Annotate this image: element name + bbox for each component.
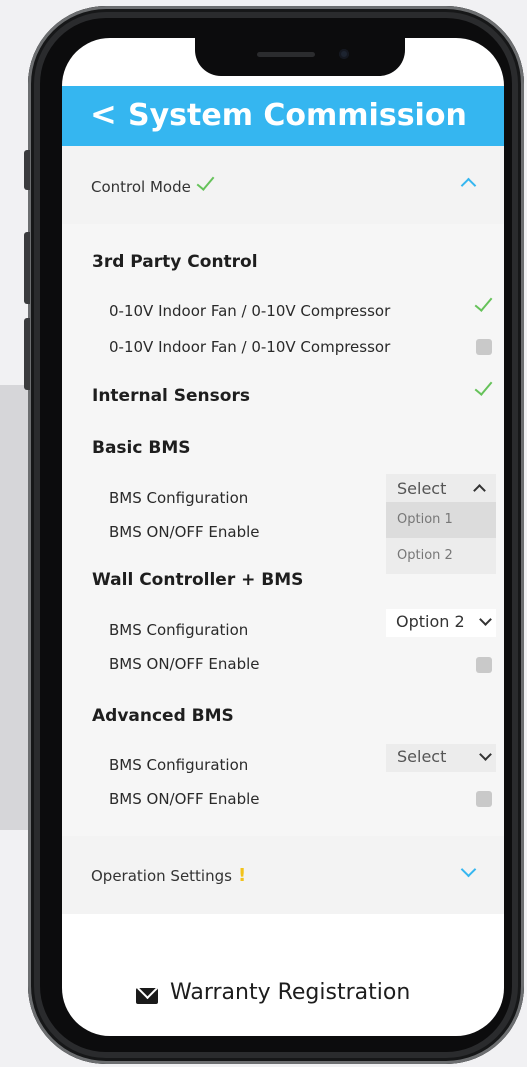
group-title-wall-controller-bms: Wall Controller + BMS — [92, 570, 304, 590]
checkbox-checked-icon[interactable] — [474, 293, 493, 312]
select-value: Select — [397, 747, 447, 766]
chevron-down-icon — [479, 748, 492, 761]
bms-configuration-label: BMS Configuration — [109, 621, 249, 639]
bms-configuration-select[interactable]: Select — [386, 744, 496, 772]
dropdown-option[interactable]: Option 1 — [386, 502, 496, 538]
bms-configuration-label: BMS Configuration — [109, 489, 249, 507]
select-value: Option 2 — [396, 612, 465, 631]
chevron-up-icon — [473, 484, 486, 497]
control-mode-label: Control Mode — [91, 178, 191, 196]
option-text: Option 2 — [397, 548, 453, 563]
option-text: Option 1 — [397, 512, 453, 527]
phone-mute-switch — [24, 150, 30, 190]
control-mode-content: 3rd Party Control 0-10V Indoor Fan / 0-1… — [62, 224, 504, 836]
app-header: < System Commission — [62, 86, 504, 146]
dropdown-option[interactable]: Option 2 — [386, 538, 496, 574]
bms-enable-label: BMS ON/OFF Enable — [109, 523, 260, 541]
control-mode-header[interactable]: Control Mode — [62, 146, 504, 224]
option-label: 0-10V Indoor Fan / 0-10V Compressor — [109, 338, 391, 356]
operation-settings-title: Operation Settings! — [91, 865, 246, 886]
bms-enable-label: BMS ON/OFF Enable — [109, 790, 260, 808]
checkbox[interactable] — [476, 791, 492, 807]
speaker-grille — [257, 52, 315, 57]
control-mode-title: Control Mode — [91, 172, 215, 196]
group-title-advanced-bms: Advanced BMS — [92, 706, 234, 726]
checkbox[interactable] — [476, 339, 492, 355]
phone-volume-up — [24, 232, 30, 304]
warning-icon: ! — [237, 865, 247, 886]
group-title-internal-sensors: Internal Sensors — [92, 386, 250, 406]
page-title: System Commission — [128, 98, 467, 133]
dropdown-value: Select — [397, 479, 447, 498]
group-title-basic-bms: Basic BMS — [92, 438, 191, 458]
phone-notch — [195, 38, 405, 76]
option-label: 0-10V Indoor Fan / 0-10V Compressor — [109, 302, 391, 320]
chevron-up-icon[interactable] — [460, 177, 477, 194]
bms-configuration-dropdown-open[interactable]: Select Option 1 Option 2 — [386, 474, 496, 574]
back-icon[interactable]: < — [90, 92, 117, 136]
warranty-registration-label: Warranty Registration — [170, 980, 411, 1005]
check-icon — [196, 172, 215, 191]
warranty-registration-link[interactable]: Warranty Registration — [62, 978, 504, 1018]
bms-configuration-select[interactable]: Option 2 — [386, 609, 496, 637]
bms-enable-label: BMS ON/OFF Enable — [109, 655, 260, 673]
dropdown-head[interactable]: Select — [386, 474, 496, 504]
envelope-icon — [136, 988, 158, 1004]
group-title-3rd-party-control: 3rd Party Control — [92, 252, 258, 272]
chevron-down-icon[interactable] — [460, 861, 477, 878]
front-camera — [339, 49, 349, 59]
chevron-down-icon — [479, 613, 492, 626]
checkbox-checked-icon[interactable] — [474, 377, 493, 396]
operation-settings-header[interactable]: Operation Settings! — [62, 836, 504, 914]
checkbox[interactable] — [476, 657, 492, 673]
bms-configuration-label: BMS Configuration — [109, 756, 249, 774]
operation-settings-label: Operation Settings — [91, 867, 232, 885]
phone-screen: < System Commission Control Mode 3rd Par… — [62, 38, 504, 1036]
phone-volume-down — [24, 318, 30, 390]
